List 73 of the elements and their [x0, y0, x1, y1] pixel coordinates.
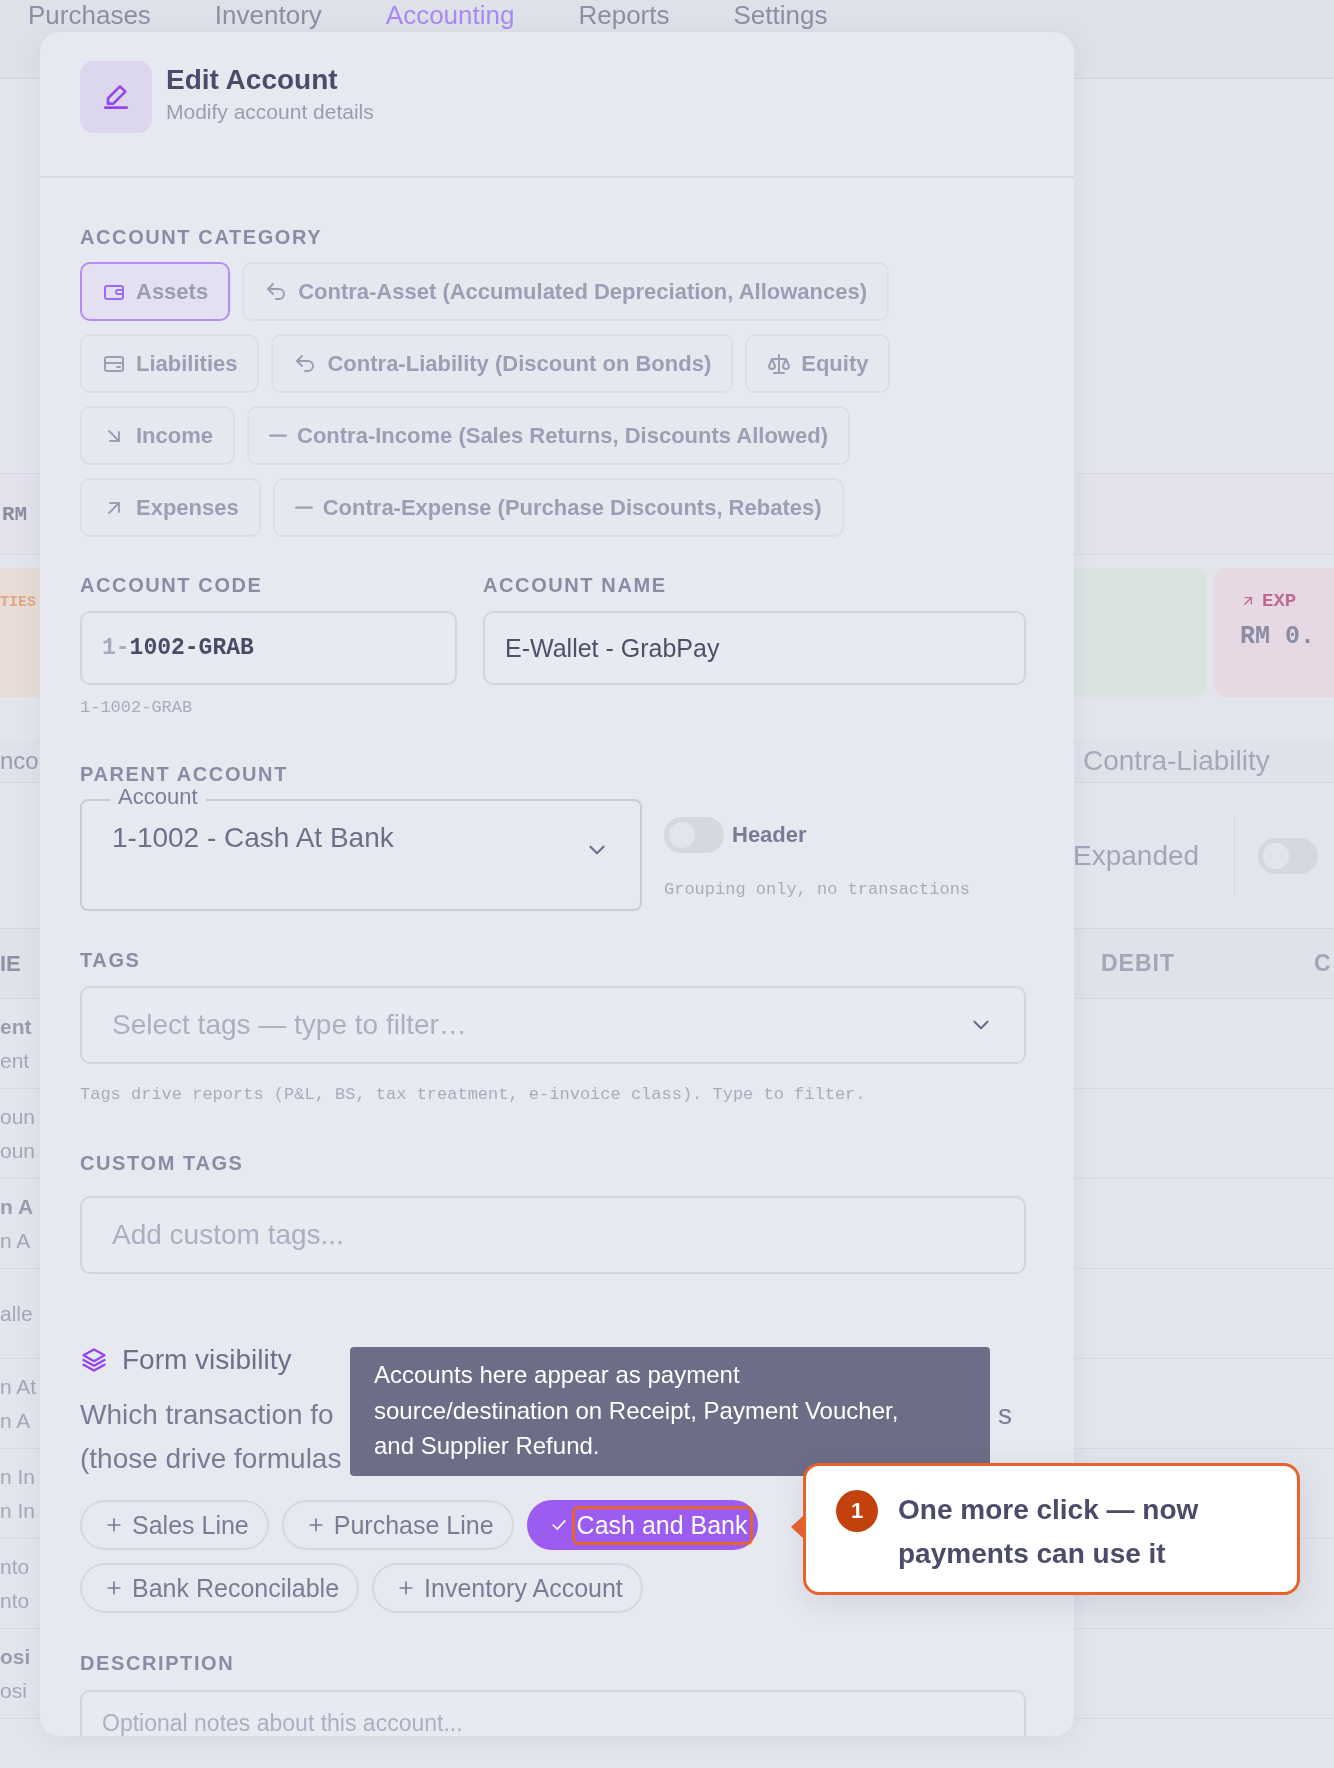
description-text: Which transaction fo: [80, 1398, 334, 1432]
table-cell-text: osi: [0, 1677, 28, 1704]
table-cell-text: oun: [0, 1103, 36, 1130]
column-header: DEBIT: [1101, 950, 1176, 977]
field-label: ACCOUNT CODE: [80, 574, 264, 596]
toggle-label: Header: [732, 822, 807, 848]
nav-tab[interactable]: Inventory: [214, 0, 322, 30]
dialog-subtitle: Modify account details: [166, 99, 374, 125]
table-cell-text: osi: [0, 1643, 31, 1670]
tooltip: Accounts here appear as payment source/destination on Receipt, Payment Voucher, and Supplier Refund.: [350, 1347, 990, 1476]
category-option[interactable]: Contra-Liability (Discount on Bonds): [271, 334, 734, 393]
description-field[interactable]: Optional notes about this account...: [80, 1690, 1026, 1736]
category-option[interactable]: Equity: [745, 334, 891, 393]
form-option[interactable]: Purchase Line: [281, 1500, 514, 1550]
filter-text: Contra-Liability: [1083, 745, 1271, 777]
form-option[interactable]: Sales Line: [80, 1500, 269, 1550]
table-cell-text: ent: [0, 1047, 31, 1074]
field-label: TAGS: [80, 949, 142, 971]
nav-tab[interactable]: Settings: [733, 0, 828, 30]
column-header: C: [1314, 950, 1333, 977]
category-option[interactable]: Contra-Income (Sales Returns, Discounts Allowed): [247, 406, 850, 465]
table-cell-text: nto: [0, 1587, 30, 1614]
form-option[interactable]: Bank Reconcilable: [80, 1563, 360, 1613]
table-cell-text: n In: [0, 1463, 36, 1490]
field-label: ACCOUNT CATEGORY: [80, 226, 324, 248]
tags-hint: Tags drive reports (P&L, BS, tax treatment, e-invoice class). Type to filter.: [80, 1085, 867, 1105]
layers-icon: [80, 1346, 108, 1374]
table-cell-text: n At: [0, 1373, 37, 1400]
table-cell-text: alle: [0, 1300, 33, 1327]
category-option[interactable]: Expenses: [80, 478, 261, 537]
code-field[interactable]: 1-1002-GRAB: [80, 611, 457, 685]
category-option[interactable]: Contra-Expense (Purchase Discounts, Rebates): [272, 478, 844, 537]
step-badge: 1: [836, 1490, 878, 1532]
card-label: EXP: [1262, 590, 1297, 612]
name-field[interactable]: E-Wallet - GrabPay: [483, 611, 1026, 685]
toolbar-label: Expanded: [1073, 839, 1201, 872]
form-option[interactable]: Cash and Bank: [526, 1500, 758, 1550]
description-text: s: [998, 1398, 1012, 1432]
description-text: (those drive formulas: [80, 1442, 342, 1476]
custom-tags-field[interactable]: Add custom tags...: [80, 1196, 1026, 1274]
table-cell-text: n A: [0, 1193, 34, 1220]
toggle-hint: Grouping only, no transactions: [664, 880, 971, 900]
field-label: PARENT ACCOUNT: [80, 763, 289, 785]
form-option[interactable]: Inventory Account: [372, 1563, 643, 1613]
table-cell-text: n A: [0, 1227, 32, 1254]
card-label: TIES: [0, 594, 36, 611]
card-value: RM 0.: [1240, 622, 1316, 651]
field-label: ACCOUNT NAME: [483, 574, 668, 596]
tags-select[interactable]: Select tags — type to filter…: [80, 986, 1026, 1064]
table-cell-text: n A: [0, 1407, 32, 1434]
table-cell-text: oun: [0, 1137, 36, 1164]
column-header: IE: [0, 950, 21, 977]
filter-text: nco: [0, 747, 39, 775]
table-cell-text: n In: [0, 1497, 36, 1524]
nav-tab[interactable]: Accounting: [385, 0, 515, 30]
code-preview: 1-1002-GRAB: [80, 698, 194, 718]
nav-tab[interactable]: Reports: [578, 0, 670, 30]
section-title: Form visibility: [122, 1344, 292, 1376]
summary-label: RM: [1, 502, 28, 526]
minus-icon: [269, 433, 288, 438]
table-cell-text: ent: [0, 1013, 32, 1040]
callout-text: One more click — now payments can use it: [898, 1493, 1200, 1571]
scale-icon: [767, 351, 792, 376]
field-label: CUSTOM TAGS: [80, 1152, 245, 1174]
category-option[interactable]: Contra-Asset (Accumulated Depreciation, Allowances): [242, 262, 890, 321]
category-option[interactable]: Liabilities: [80, 334, 260, 393]
field-label: DESCRIPTION: [80, 1652, 236, 1674]
category-option[interactable]: Assets: [80, 262, 231, 321]
table-cell-text: nto: [0, 1553, 30, 1580]
category-option[interactable]: Income: [80, 406, 236, 465]
minus-icon: [294, 505, 313, 510]
dialog-title: Edit Account: [166, 63, 339, 97]
nav-tab[interactable]: Purchases: [28, 0, 151, 30]
